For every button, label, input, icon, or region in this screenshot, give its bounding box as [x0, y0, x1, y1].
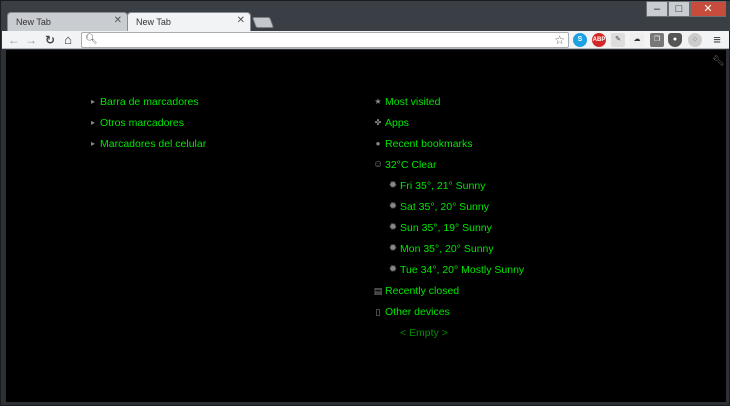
- sun-icon: ✹: [388, 201, 398, 212]
- browser-window: New Tab ✕ New Tab ✕ – □ ✕ ← → ↻ ⌂ 🔍︎ ☆ S…: [0, 0, 730, 406]
- adblock-icon[interactable]: ABP: [592, 33, 606, 47]
- recently-closed-icon: ▤: [373, 286, 383, 296]
- tab-new-tab-2[interactable]: New Tab ✕: [127, 12, 251, 31]
- recent-globe-icon: ●: [375, 139, 381, 148]
- back-arrow-icon[interactable]: ←: [6, 32, 22, 48]
- wrench-icon[interactable]: 🔧︎: [712, 56, 725, 67]
- new-tab-page: 🔧︎ ▸ Barra de marcadores ▸ Otros marcado…: [6, 50, 726, 402]
- tab-strip: New Tab ✕ New Tab ✕ – □ ✕: [1, 1, 730, 31]
- bookmark-folder-label: Barra de marcadores: [100, 96, 199, 108]
- search-icon: 🔍︎: [85, 34, 98, 45]
- extension-note-icon[interactable]: ✎: [611, 33, 625, 47]
- sun-icon: ✹: [388, 222, 398, 233]
- extension-sync-icon[interactable]: ○: [688, 33, 702, 47]
- folder-arrow-icon: ▸: [90, 97, 95, 106]
- menu-icon[interactable]: ≡: [710, 32, 724, 48]
- minimize-button[interactable]: –: [646, 1, 668, 17]
- browser-toolbar: ← → ↻ ⌂ 🔍︎ ☆ S ABP ✎ ☁ ❐ ● ○ ≡: [2, 31, 729, 49]
- close-window-button[interactable]: ✕: [690, 1, 726, 17]
- forward-arrow-icon[interactable]: →: [23, 32, 39, 48]
- reload-icon[interactable]: ↻: [42, 32, 58, 48]
- tab-close-icon[interactable]: ✕: [237, 16, 245, 26]
- folder-arrow-icon: ▸: [90, 139, 95, 148]
- folder-arrow-icon: ▸: [90, 118, 95, 127]
- omnibox[interactable]: 🔍︎ ☆: [81, 32, 569, 48]
- maximize-button[interactable]: □: [668, 1, 690, 17]
- extension-pages-icon[interactable]: ❐: [650, 33, 664, 47]
- sun-icon: ✹: [388, 180, 398, 191]
- address-input[interactable]: [98, 34, 538, 46]
- bookmark-folder-label: Otros marcadores: [100, 117, 185, 129]
- tab-close-icon[interactable]: ✕: [114, 16, 122, 26]
- home-icon[interactable]: ⌂: [60, 32, 76, 48]
- skype-icon[interactable]: S: [573, 33, 587, 47]
- weather-clear-icon: ☺: [373, 159, 384, 170]
- star-icon: ★: [374, 97, 382, 106]
- bookmark-folder-label: Marcadores del celular: [100, 138, 207, 150]
- new-tab-button[interactable]: [251, 17, 275, 28]
- bookmark-star-icon[interactable]: ☆: [554, 33, 565, 47]
- tab-title: New Tab: [16, 17, 51, 27]
- extension-weather-icon[interactable]: ☁: [630, 33, 644, 47]
- tab-title: New Tab: [136, 17, 171, 27]
- apps-puzzle-icon: ✤: [374, 118, 382, 127]
- sun-icon: ✹: [388, 243, 398, 254]
- extension-shield-icon[interactable]: ●: [668, 33, 682, 47]
- tab-new-tab-1[interactable]: New Tab ✕: [7, 12, 128, 31]
- sun-icon: ✹: [388, 264, 398, 275]
- phone-icon: ▯: [375, 307, 381, 317]
